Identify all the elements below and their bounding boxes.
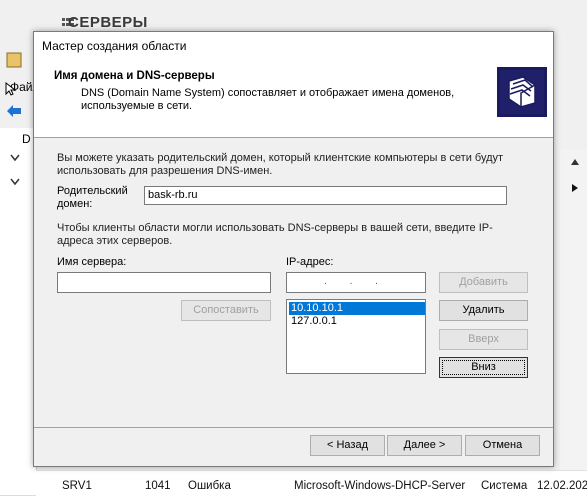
list-item[interactable]: 10.10.10.1 — [289, 302, 425, 315]
dialog-title: Мастер создания области — [42, 39, 187, 53]
remove-button[interactable]: Удалить — [439, 300, 528, 321]
resolve-button[interactable]: Сопоставить — [181, 300, 271, 321]
add-button[interactable]: Добавить — [439, 272, 528, 293]
tree-item-d[interactable]: D — [22, 132, 31, 146]
dns-servers-intro: Чтобы клиенты области могли использовать… — [57, 222, 493, 247]
back-button[interactable]: < Назад — [310, 435, 385, 456]
scroll-right-icon[interactable] — [572, 184, 578, 192]
event-log: Система — [481, 480, 528, 492]
move-down-button[interactable]: Вниз — [439, 357, 528, 378]
wizard-step-description: DNS (Domain Name System) сопоставляет и … — [81, 87, 455, 112]
event-source: Microsoft-Windows-DHCP-Server — [294, 480, 466, 492]
background-title: СЕРВЕРЫ — [68, 14, 148, 31]
wizard-header: Имя домена и DNS-серверы DNS (Domain Nam… — [34, 60, 553, 138]
move-up-button[interactable]: Вверх — [439, 329, 528, 350]
ip-address-input[interactable]: . . . — [286, 272, 426, 293]
chevron-down-icon[interactable] — [10, 178, 20, 186]
server-name-input[interactable] — [57, 272, 271, 293]
tree-panel: D — [0, 128, 37, 495]
list-item[interactable]: 127.0.0.1 — [289, 315, 425, 328]
wizard-step-title: Имя домена и DNS-серверы — [54, 70, 215, 82]
dhcp-app-icon — [6, 52, 22, 68]
folder-wizard-icon — [497, 67, 547, 117]
footer-divider — [34, 427, 553, 428]
next-button[interactable]: Далее > — [387, 435, 462, 456]
event-id: 1041 — [145, 480, 171, 492]
dns-server-ip-list[interactable]: 10.10.10.1 127.0.0.1 — [286, 299, 426, 374]
parent-domain-input[interactable]: bask-rb.ru — [144, 186, 507, 205]
ip-address-label: IP-адрес: — [286, 256, 334, 268]
collapse-up-icon[interactable] — [570, 158, 580, 166]
parent-domain-label: Родительский домен: — [57, 185, 128, 210]
pointer-icon — [5, 82, 17, 96]
parent-domain-intro: Вы можете указать родительский домен, ко… — [57, 152, 504, 177]
new-scope-wizard-dialog: Мастер создания области Имя домена и DNS… — [33, 31, 554, 467]
background-right-pane — [560, 150, 587, 470]
dialog-titlebar[interactable]: Мастер создания области — [34, 32, 553, 60]
cancel-button[interactable]: Отмена — [465, 435, 540, 456]
back-arrow-icon[interactable] — [6, 104, 22, 118]
server-name-label: Имя сервера: — [57, 256, 127, 268]
chevron-down-icon[interactable] — [10, 154, 20, 162]
event-server: SRV1 — [62, 480, 92, 492]
event-level: Ошибка — [188, 480, 231, 492]
event-date: 12.02.202 — [537, 480, 587, 492]
